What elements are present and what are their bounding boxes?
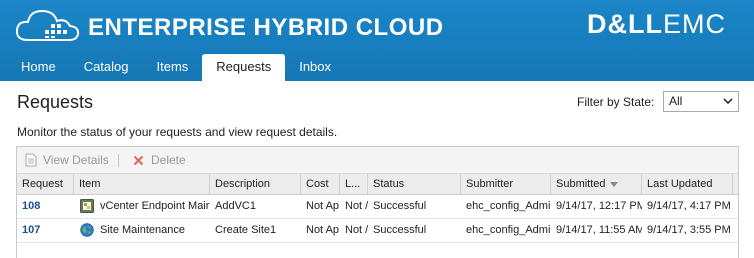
column-header-item[interactable]: Item <box>74 174 210 194</box>
submitter-cell: ehc_config_Admi <box>466 224 551 236</box>
cost-cell: Not Ap <box>306 224 340 236</box>
vendor-logo-light: EMC <box>662 9 726 39</box>
vendor-logo-bold: D&LL <box>587 9 663 39</box>
request-id-link[interactable]: 108 <box>17 195 74 218</box>
status-cell: Successful <box>373 224 427 236</box>
requests-page: Requests Filter by State: All Monitor th… <box>0 81 754 258</box>
last-updated-cell: 9/14/17, 3:55 PM <box>647 224 731 236</box>
toolbar-divider <box>118 154 119 167</box>
document-icon <box>25 153 37 167</box>
description-cell: Create Site1 <box>215 224 277 236</box>
delete-label: Delete <box>151 153 186 167</box>
column-header-cost[interactable]: Cost <box>301 174 340 194</box>
filter-state-value: All <box>669 94 683 108</box>
column-header-submitted[interactable]: Submitted <box>551 174 642 194</box>
chevron-down-icon <box>723 98 733 105</box>
item-name: vCenter Endpoint Mair <box>100 200 210 212</box>
tab-requests[interactable]: Requests <box>202 54 286 81</box>
column-header-status[interactable]: Status <box>368 174 461 194</box>
x-icon <box>133 155 144 165</box>
cost-cell: Not Ap <box>306 200 340 212</box>
view-details-label: View Details <box>43 153 109 167</box>
vcenter-endpoint-icon <box>80 199 94 213</box>
item-cell: vCenter Endpoint Mair <box>74 195 210 218</box>
lease-cell: Not / <box>345 200 368 212</box>
app-title: ENTERPRISE HYBRID CLOUD <box>88 14 444 41</box>
brand-logo <box>14 6 82 46</box>
column-header-request[interactable]: Request <box>17 174 74 194</box>
filter-state-select[interactable]: All <box>663 91 739 112</box>
table-row[interactable]: 108 vCenter Endpoint Mair AddVC1 Not Ap … <box>17 195 738 219</box>
item-cell: Site Maintenance <box>74 219 210 242</box>
view-details-button[interactable]: View Details <box>25 147 109 173</box>
column-header-submitted-label: Submitted <box>556 178 606 190</box>
column-header-lease[interactable]: L... <box>340 174 368 194</box>
request-id-link[interactable]: 107 <box>17 219 74 242</box>
delete-button[interactable]: Delete <box>133 147 186 173</box>
tab-home[interactable]: Home <box>7 54 70 81</box>
submitter-cell: ehc_config_Admi <box>466 200 551 212</box>
tab-items[interactable]: Items <box>143 54 203 81</box>
submitted-cell: 9/14/17, 11:55 AM <box>556 224 642 236</box>
table-header: Request Item Description Cost L... Statu… <box>17 174 738 195</box>
app-header: ENTERPRISE HYBRID CLOUD D&LLEMC Home Cat… <box>0 0 754 81</box>
table-row[interactable]: 107 Site Maintenance Create Site1 Not Ap… <box>17 219 738 243</box>
tab-catalog[interactable]: Catalog <box>70 54 143 81</box>
lease-cell: Not / <box>345 224 368 236</box>
description-cell: AddVC1 <box>215 200 256 212</box>
grid-toolbar: View Details Delete <box>17 147 738 174</box>
sort-descending-icon <box>609 181 618 187</box>
tab-inbox[interactable]: Inbox <box>285 54 345 81</box>
cloud-grid-icon <box>15 9 80 41</box>
page-description: Monitor the status of your requests and … <box>17 125 338 139</box>
status-cell: Successful <box>373 200 427 212</box>
requests-grid: View Details Delete Request Item Descrip… <box>16 146 739 258</box>
main-nav-tabs: Home Catalog Items Requests Inbox <box>0 54 345 81</box>
page-title: Requests <box>17 92 94 112</box>
vendor-logo: D&LLEMC <box>587 9 726 40</box>
globe-icon <box>80 223 94 237</box>
last-updated-cell: 9/14/17, 4:17 PM <box>647 200 731 212</box>
submitted-cell: 9/14/17, 12:17 PM <box>556 200 642 212</box>
filter-label: Filter by State: <box>577 95 655 109</box>
column-header-last-updated[interactable]: Last Updated <box>642 174 733 194</box>
column-header-description[interactable]: Description <box>210 174 301 194</box>
item-name: Site Maintenance <box>100 224 185 236</box>
column-header-submitter[interactable]: Submitter <box>461 174 551 194</box>
